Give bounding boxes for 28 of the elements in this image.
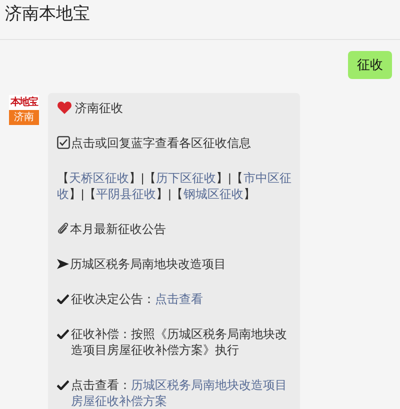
arrow-icon (57, 259, 69, 269)
sent-message-bubble: 征收 (348, 51, 392, 79)
message-paragraph: 【天桥区征收】|【历下区征收】|【市中区征 收】|【平阴县征收】|【钢城区征收】 (57, 170, 292, 202)
logo-city-label: 济南 (9, 110, 39, 125)
checkbox-icon (57, 136, 70, 149)
logo-text: 本地宝 (9, 95, 39, 110)
message-paragraph: 历城区税务局南地块改造项目 (70, 256, 226, 272)
chat-title: 济南本地宝 (5, 4, 90, 24)
message-paragraph: 济南征收 (75, 100, 123, 116)
text-link[interactable]: 收 (57, 187, 69, 201)
text-link[interactable]: 历下区征收 (156, 171, 216, 185)
message-paragraph: 征收决定公告：点击查看 (71, 291, 203, 307)
paperclip-icon (57, 222, 69, 235)
text-link[interactable]: 历城区税务局南地块改造项目 (131, 378, 287, 392)
text-link[interactable]: 钢城区征收 (183, 187, 244, 201)
check-icon (57, 329, 69, 339)
text-link[interactable]: 市中区征 (243, 171, 292, 185)
text-link[interactable]: 平阴县征收 (96, 187, 156, 201)
check-icon (57, 380, 69, 390)
message-paragraph: 征收补偿：按照《历城区税务局南地块改造项目房屋征收补偿方案》执行 (71, 326, 288, 358)
text-link[interactable]: 天桥区征收 (69, 171, 129, 185)
message-paragraph: 点击或回复蓝字查看各区征收信息 (71, 135, 251, 151)
heart-icon (57, 101, 72, 114)
message-paragraph: 本月最新征收公告 (70, 221, 166, 237)
message-paragraph: 点击查看：历城区税务局南地块改造项目 房屋征收补偿方案 (71, 377, 288, 409)
text-link[interactable]: 点击查看 (155, 292, 203, 306)
text-link[interactable]: 房屋征收补偿方案 (71, 394, 167, 408)
check-icon (57, 294, 69, 304)
